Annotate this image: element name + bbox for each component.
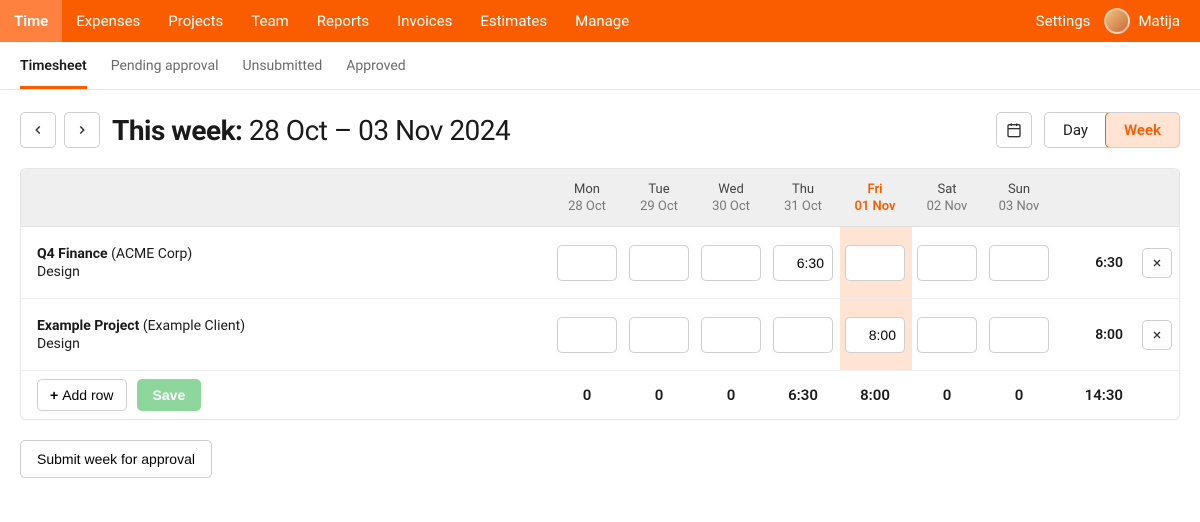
time-input[interactable] (629, 317, 689, 353)
close-icon (1151, 257, 1163, 269)
user-menu[interactable]: Matija (1104, 8, 1200, 34)
time-cell (623, 245, 695, 281)
column-total: 6:30 (767, 386, 839, 404)
time-cell (839, 317, 911, 353)
top-nav: TimeExpensesProjectsTeamReportsInvoicesE… (0, 0, 1200, 42)
time-cell (695, 245, 767, 281)
header-row: Mon28 OctTue29 OctWed30 OctThu31 OctFri0… (21, 169, 1179, 227)
calendar-button[interactable] (996, 112, 1032, 148)
time-input[interactable] (557, 245, 617, 281)
time-input[interactable] (989, 317, 1049, 353)
delete-row-button[interactable] (1142, 320, 1172, 350)
column-total: 0 (911, 386, 983, 404)
time-cell (551, 245, 623, 281)
time-cell (551, 317, 623, 353)
tab-unsubmitted[interactable]: Unsubmitted (243, 44, 323, 88)
tab-timesheet[interactable]: Timesheet (20, 44, 87, 88)
page-content: This week: 28 Oct – 03 Nov 2024 Day Week… (0, 90, 1200, 518)
time-input[interactable] (845, 317, 905, 353)
nav-item-projects[interactable]: Projects (154, 0, 237, 42)
timesheet-grid: Mon28 OctTue29 OctWed30 OctThu31 OctFri0… (20, 168, 1180, 420)
calendar-icon (1006, 122, 1022, 138)
time-cell (911, 245, 983, 281)
next-week-button[interactable] (64, 112, 100, 148)
time-cell (911, 317, 983, 353)
save-button[interactable]: Save (137, 379, 202, 411)
time-cell (623, 317, 695, 353)
nav-item-estimates[interactable]: Estimates (466, 0, 561, 42)
column-total: 0 (623, 386, 695, 404)
user-name: Matija (1138, 12, 1180, 30)
row-total: 8:00 (1055, 327, 1135, 343)
nav-item-team[interactable]: Team (237, 0, 303, 42)
arrow-right-icon (75, 123, 89, 137)
day-header: Mon28 Oct (551, 182, 623, 214)
title-range: 28 Oct – 03 Nov 2024 (249, 114, 510, 147)
time-input[interactable] (773, 245, 833, 281)
tab-approved[interactable]: Approved (346, 44, 405, 88)
view-day-button[interactable]: Day (1045, 113, 1106, 147)
day-header: Fri01 Nov (839, 182, 911, 214)
add-row-button[interactable]: + Add row (37, 379, 127, 411)
page-title: This week: 28 Oct – 03 Nov 2024 (112, 114, 510, 147)
time-input[interactable] (629, 245, 689, 281)
time-cell (767, 245, 839, 281)
plus-icon: + (50, 387, 58, 403)
title-prefix: This week: (112, 114, 242, 147)
time-input[interactable] (989, 245, 1049, 281)
column-total: 0 (983, 386, 1055, 404)
submit-week-button[interactable]: Submit week for approval (20, 440, 212, 478)
project-cell[interactable]: Q4 Finance (ACME Corp)Design (21, 246, 551, 280)
time-input[interactable] (701, 317, 761, 353)
nav-item-time[interactable]: Time (0, 0, 62, 42)
grand-total: 14:30 (1055, 386, 1135, 404)
time-cell (695, 317, 767, 353)
nav-settings[interactable]: Settings (1022, 0, 1105, 42)
view-week-button[interactable]: Week (1105, 112, 1180, 148)
nav-item-expenses[interactable]: Expenses (62, 0, 154, 42)
nav-item-manage[interactable]: Manage (561, 0, 643, 42)
tab-pending-approval[interactable]: Pending approval (111, 44, 219, 88)
time-input[interactable] (845, 245, 905, 281)
column-total: 8:00 (839, 386, 911, 404)
time-input[interactable] (917, 317, 977, 353)
close-icon (1151, 329, 1163, 341)
time-cell (839, 245, 911, 281)
avatar (1104, 8, 1130, 34)
arrow-left-icon (31, 123, 45, 137)
nav-item-reports[interactable]: Reports (303, 0, 383, 42)
time-cell (767, 317, 839, 353)
title-bar: This week: 28 Oct – 03 Nov 2024 Day Week (20, 112, 1180, 148)
prev-week-button[interactable] (20, 112, 56, 148)
time-input[interactable] (917, 245, 977, 281)
table-row: Example Project (Example Client)Design 8:… (21, 299, 1179, 371)
view-toggle: Day Week (1044, 112, 1180, 148)
project-cell[interactable]: Example Project (Example Client)Design (21, 318, 551, 352)
row-total: 6:30 (1055, 255, 1135, 271)
timesheet-wrapper: Mon28 OctTue29 OctWed30 OctThu31 OctFri0… (20, 168, 1180, 420)
nav-item-invoices[interactable]: Invoices (383, 0, 466, 42)
time-input[interactable] (773, 317, 833, 353)
column-total: 0 (551, 386, 623, 404)
footer-row: + Add rowSave0006:308:000014:30 (21, 371, 1179, 419)
time-cell (983, 245, 1055, 281)
time-input[interactable] (701, 245, 761, 281)
time-input[interactable] (557, 317, 617, 353)
day-header: Tue29 Oct (623, 182, 695, 214)
column-total: 0 (695, 386, 767, 404)
day-header: Thu31 Oct (767, 182, 839, 214)
day-header: Sat02 Nov (911, 182, 983, 214)
table-row: Q4 Finance (ACME Corp)Design 6:30 (21, 227, 1179, 299)
sub-nav: Timesheet Pending approval Unsubmitted Appr… (0, 42, 1200, 90)
time-cell (983, 317, 1055, 353)
day-header: Wed30 Oct (695, 182, 767, 214)
delete-row-button[interactable] (1142, 248, 1172, 278)
day-header: Sun03 Nov (983, 182, 1055, 214)
